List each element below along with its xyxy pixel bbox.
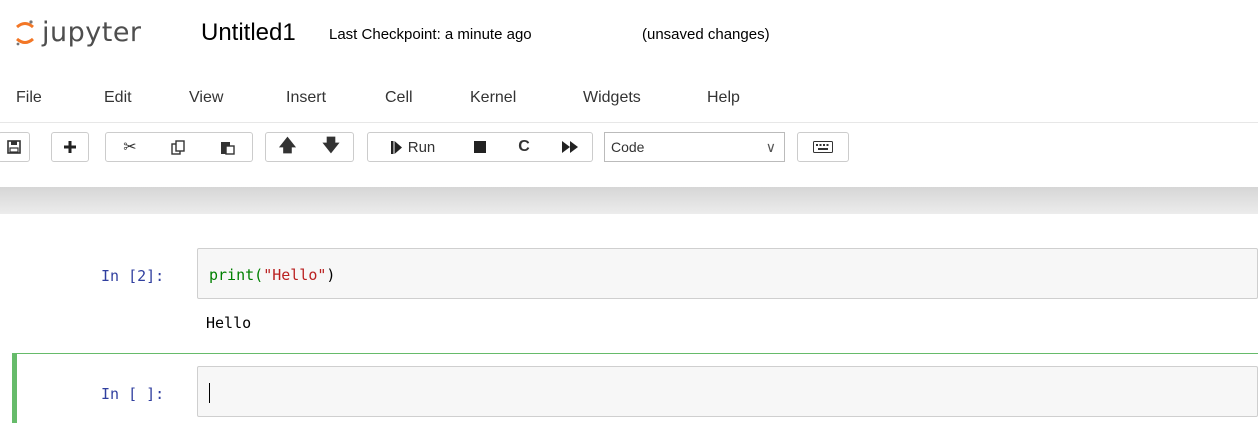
header: jupyter Untitled1 Last Checkpoint: a min…	[0, 0, 1258, 70]
jupyter-logo-icon	[16, 20, 34, 46]
cell-type-value: Code	[611, 139, 645, 155]
arrow-up-icon: 🡅	[278, 135, 297, 155]
fast-forward-icon	[561, 141, 578, 153]
code-builtin: print(	[209, 266, 264, 284]
menu-help[interactable]: Help	[707, 87, 740, 109]
cell-prompt: In [2]:	[101, 267, 165, 285]
menu-edit[interactable]: Edit	[104, 87, 132, 109]
menu-cell[interactable]: Cell	[385, 87, 413, 109]
toolbar: ✂ 🡅 🡇 Run C Code ∨	[0, 126, 1258, 182]
plus-icon	[64, 141, 76, 153]
command-palette-button[interactable]	[797, 132, 849, 162]
move-up-button[interactable]: 🡅	[265, 132, 310, 162]
text-cursor	[209, 382, 210, 403]
header-shadow	[0, 187, 1258, 214]
paste-button[interactable]	[203, 132, 253, 162]
logo-text: jupyter	[42, 17, 142, 48]
move-down-button[interactable]: 🡇	[309, 132, 354, 162]
save-icon	[7, 140, 21, 154]
cell-prompt-empty: In [ ]:	[101, 385, 165, 403]
insert-cell-button[interactable]	[51, 132, 89, 162]
restart-icon: C	[518, 138, 530, 155]
restart-run-all-button[interactable]	[547, 132, 593, 162]
code-paren: )	[326, 266, 336, 284]
run-icon	[390, 140, 402, 154]
code-cell-input[interactable]: print("Hello")	[197, 248, 1258, 299]
restart-button[interactable]: C	[501, 132, 548, 162]
copy-icon	[171, 139, 185, 155]
menu-insert[interactable]: Insert	[286, 87, 326, 109]
save-button[interactable]	[0, 132, 30, 162]
jupyter-logo[interactable]: jupyter	[14, 18, 142, 48]
keyboard-icon	[813, 141, 833, 153]
menu-widgets[interactable]: Widgets	[583, 87, 641, 109]
cell-output: Hello	[206, 314, 252, 332]
notebook-name[interactable]: Untitled1	[201, 18, 296, 48]
copy-button[interactable]	[154, 132, 204, 162]
autosave-status: (unsaved changes)	[642, 26, 770, 43]
cut-icon: ✂	[123, 139, 137, 156]
run-button[interactable]: Run	[367, 132, 459, 162]
menu-kernel[interactable]: Kernel	[470, 87, 516, 109]
interrupt-button[interactable]	[458, 132, 502, 162]
run-label: Run	[407, 138, 436, 156]
menu-file[interactable]: File	[16, 87, 42, 109]
cell-type-select[interactable]: Code ∨	[604, 132, 785, 162]
paste-icon	[221, 141, 235, 155]
menubar: File Edit View Insert Cell Kernel Widget…	[0, 76, 1258, 123]
cut-button[interactable]: ✂	[105, 132, 155, 162]
stop-icon	[473, 141, 486, 153]
code-string: "Hello"	[263, 266, 327, 284]
menu-view[interactable]: View	[189, 87, 223, 109]
chevron-down-icon: ∨	[765, 139, 776, 155]
arrow-down-icon: 🡇	[322, 135, 340, 155]
checkpoint-status: Last Checkpoint: a minute ago	[329, 26, 532, 43]
code-cell-input-active[interactable]	[197, 366, 1258, 417]
